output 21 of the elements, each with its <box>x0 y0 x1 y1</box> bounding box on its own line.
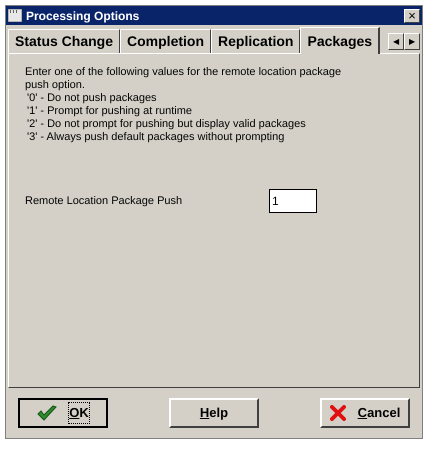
description-text: Enter one of the following values for the remote location package push option. <box>25 66 342 92</box>
ok-button[interactable]: OK <box>18 398 108 428</box>
cancel-button[interactable]: Cancel <box>320 398 410 428</box>
option-text: '2' - Do not prompt for pushing but display valid packages <box>27 118 307 131</box>
checkmark-icon <box>37 405 58 421</box>
field-label: Remote Location Package Push <box>25 194 184 209</box>
tab-scroll-button[interactable]: ◀ <box>388 33 404 50</box>
tab[interactable]: Status Change <box>8 29 120 53</box>
help-button[interactable]: Help <box>169 398 259 428</box>
window-icon <box>8 9 22 22</box>
input-field[interactable]: 1 <box>269 189 317 213</box>
window-title: Processing Options <box>26 8 140 24</box>
tab[interactable]: Packages <box>300 27 380 54</box>
close-button[interactable]: × <box>404 8 420 22</box>
option-text: '0' - Do not push packages <box>27 92 158 105</box>
tab[interactable]: Completion <box>120 29 212 53</box>
tab[interactable]: Replication <box>211 29 300 53</box>
cross-icon <box>330 405 346 421</box>
tab-scroll-button[interactable]: ▶ <box>404 33 420 50</box>
option-text: '3' - Always push default packages without prompting <box>27 131 286 144</box>
option-text: '1' - Prompt for pushing at runtime <box>27 105 193 118</box>
